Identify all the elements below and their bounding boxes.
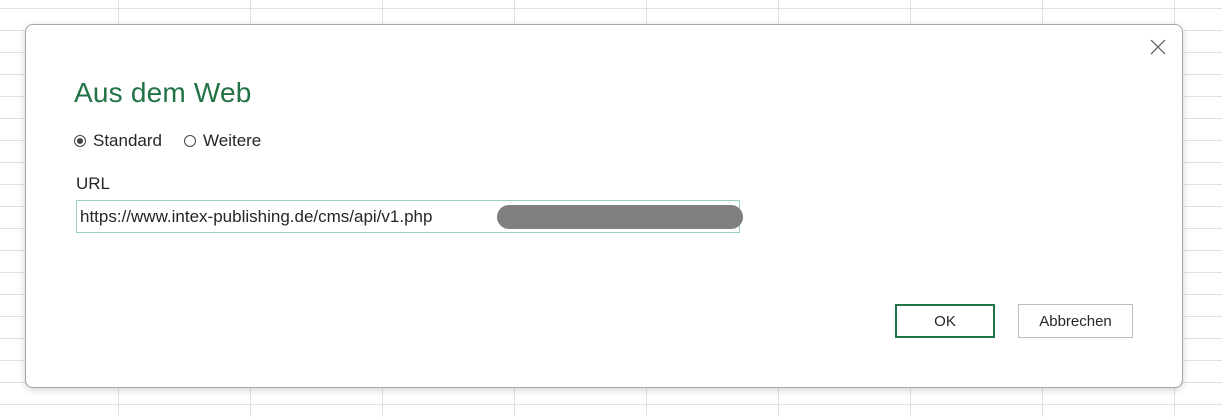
url-label: URL xyxy=(76,174,111,193)
radio-standard-label: Standard xyxy=(93,131,162,150)
close-icon xyxy=(1150,39,1166,55)
from-web-dialog: Aus dem Web Standard Weitere URL OK Abbr… xyxy=(25,24,1183,388)
redaction-overlay xyxy=(497,205,743,229)
ok-button[interactable]: OK xyxy=(895,304,995,338)
dialog-title: Aus dem Web xyxy=(74,77,252,108)
radio-standard[interactable]: Standard xyxy=(74,131,162,151)
radio-unchecked-icon xyxy=(184,135,196,147)
radio-weitere[interactable]: Weitere xyxy=(184,131,261,151)
cancel-button[interactable]: Abbrechen xyxy=(1018,304,1133,338)
close-button[interactable] xyxy=(1148,37,1168,57)
radio-checked-icon xyxy=(74,135,86,147)
radio-weitere-label: Weitere xyxy=(203,131,262,150)
mode-radio-group: Standard Weitere xyxy=(74,131,261,151)
